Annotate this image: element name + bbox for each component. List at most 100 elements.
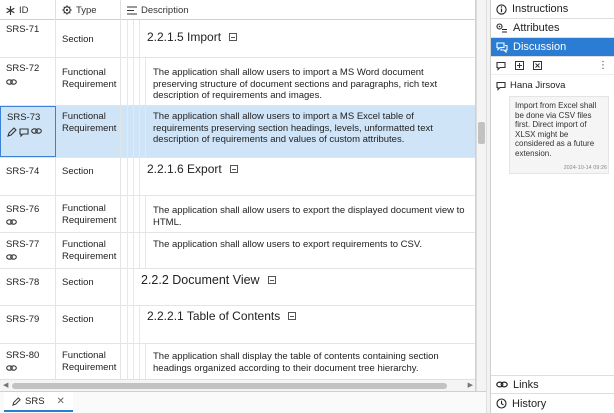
tab-links[interactable]: Links: [491, 375, 614, 394]
add-icon[interactable]: [515, 61, 524, 70]
row-id: SRS-74: [6, 166, 40, 177]
horizontal-scrollbar[interactable]: ◀ ▶: [0, 379, 475, 391]
row-description-cell[interactable]: The application shall allow users to exp…: [121, 233, 475, 268]
link-icon: [31, 128, 42, 134]
requirement-text: The application shall allow users to imp…: [153, 111, 433, 145]
info-icon: [496, 3, 507, 15]
row-description-cell[interactable]: The application shall allow users to imp…: [121, 106, 475, 157]
scroll-right-icon[interactable]: ▶: [468, 381, 473, 389]
row-id-cell[interactable]: SRS-78: [0, 269, 56, 305]
requirement-text: The application shall allow users to exp…: [153, 205, 465, 228]
row-id-cell[interactable]: SRS-77: [0, 233, 56, 268]
row-id: SRS-71: [6, 24, 40, 35]
row-type: Functional Requirement: [62, 350, 117, 373]
comment-author-name: Hana Jirsova: [510, 80, 566, 91]
row-type: Functional Requirement: [62, 67, 117, 90]
row-description-cell[interactable]: 2.2.2.1 Table of Contents: [121, 306, 475, 343]
comment-icon: [19, 128, 29, 137]
tab-instructions-label: Instructions: [512, 3, 569, 15]
row-id-cell[interactable]: SRS-76: [0, 196, 56, 232]
link-icon: [6, 254, 17, 260]
scroll-left-icon[interactable]: ◀: [3, 381, 8, 389]
tab-links-label: Links: [513, 378, 539, 391]
row-type-cell[interactable]: Section: [56, 306, 121, 343]
row-description-cell[interactable]: The application shall allow users to imp…: [121, 58, 475, 105]
row-id-cell[interactable]: SRS-72: [0, 58, 56, 105]
pencil-icon: [7, 127, 17, 137]
row-type-cell[interactable]: Section: [56, 20, 121, 57]
row-id: SRS-78: [6, 277, 40, 288]
section-heading: 2.2.2.1 Table of Contents: [147, 309, 297, 323]
table-row[interactable]: SRS-77 Functional Requirement The applic…: [0, 233, 475, 269]
comment-body: Import from Excel shall be done via CSV …: [509, 96, 609, 174]
row-id-cell[interactable]: SRS-79: [0, 306, 56, 343]
row-id-cell[interactable]: SRS-71: [0, 20, 56, 57]
tab-attributes-label: Attributes: [513, 22, 560, 34]
tab-discussion[interactable]: Discussion: [491, 38, 614, 57]
row-id-cell[interactable]: SRS-74: [0, 158, 56, 195]
collapse-icon[interactable]: [229, 33, 238, 41]
more-vertical-icon[interactable]: ⋮: [598, 60, 608, 71]
list-lines-icon: [127, 5, 137, 15]
row-id: SRS-72: [6, 63, 40, 74]
requirements-grid: ID Type Description SRS-71 Section 2.2.1…: [0, 0, 476, 391]
tab-instructions[interactable]: Instructions: [491, 0, 614, 19]
table-row[interactable]: SRS-72 Functional Requirement The applic…: [0, 58, 475, 106]
row-type: Section: [62, 314, 94, 325]
expand-icon[interactable]: [533, 61, 542, 70]
tab-attributes[interactable]: Attributes: [491, 19, 614, 38]
link-icon: [496, 381, 508, 388]
row-id: SRS-79: [6, 314, 40, 325]
section-heading-text: 2.2.2 Document View: [141, 273, 260, 287]
horizontal-scroll-thumb[interactable]: [12, 383, 447, 389]
side-panel: Instructions Attributes Discussion ⋮ Han…: [490, 0, 614, 413]
table-row-selected[interactable]: SRS-73 Functional Requirement The applic…: [0, 106, 475, 158]
collapse-icon[interactable]: [267, 276, 276, 284]
tab-srs-label: SRS: [25, 395, 45, 407]
vertical-scrollbar[interactable]: [476, 0, 486, 391]
column-header-id-label: ID: [19, 4, 29, 16]
column-header-description-label: Description: [141, 4, 189, 16]
column-header-type-label: Type: [76, 4, 97, 16]
column-header-description[interactable]: Description: [121, 0, 475, 20]
requirement-text: The application shall display the table …: [153, 351, 439, 374]
table-row[interactable]: SRS-78 Section 2.2.2 Document View: [0, 269, 475, 306]
section-heading-text: 2.2.2.1 Table of Contents: [147, 309, 281, 323]
section-heading-text: 2.2.1.5 Import: [147, 30, 222, 44]
row-description-cell[interactable]: 2.2.1.6 Export: [121, 158, 475, 195]
column-header-id[interactable]: ID: [0, 0, 56, 20]
requirement-text: The application shall allow users to exp…: [153, 239, 422, 250]
attributes-icon: [496, 22, 507, 33]
row-type-cell[interactable]: Functional Requirement: [56, 58, 121, 105]
row-type: Section: [62, 277, 94, 288]
row-type-cell[interactable]: Functional Requirement: [56, 196, 121, 232]
row-type-cell[interactable]: Section: [56, 269, 121, 305]
row-id: SRS-76: [6, 204, 40, 215]
tab-discussion-label: Discussion: [513, 41, 567, 53]
row-id-cell[interactable]: SRS-73: [0, 106, 56, 157]
row-description-cell[interactable]: The application shall allow users to exp…: [121, 196, 475, 232]
tab-srs[interactable]: SRS ✕: [4, 392, 73, 412]
column-header-type[interactable]: Type: [56, 0, 121, 20]
gear-icon: [62, 5, 72, 15]
row-description-cell[interactable]: 2.2.2 Document View: [121, 269, 475, 305]
comment-timestamp: 2024-10-14 09:26: [563, 165, 607, 171]
section-heading: 2.2.2 Document View: [141, 273, 276, 287]
row-type-cell[interactable]: Functional Requirement: [56, 106, 121, 157]
table-row[interactable]: SRS-76 Functional Requirement The applic…: [0, 196, 475, 233]
collapse-icon[interactable]: [288, 312, 297, 320]
section-heading: 2.2.1.5 Import: [147, 30, 238, 44]
collapse-icon[interactable]: [229, 165, 238, 173]
row-description-cell[interactable]: 2.2.1.5 Import: [121, 20, 475, 57]
add-comment-icon[interactable]: [496, 61, 506, 71]
row-type-cell[interactable]: Section: [56, 158, 121, 195]
row-type-cell[interactable]: Functional Requirement: [56, 233, 121, 268]
table-row[interactable]: SRS-71 Section 2.2.1.5 Import: [0, 20, 475, 58]
row-type: Functional Requirement: [62, 239, 117, 262]
vertical-scroll-thumb[interactable]: [478, 122, 485, 144]
tab-history[interactable]: History: [491, 394, 614, 413]
close-icon[interactable]: ✕: [57, 396, 65, 407]
table-row[interactable]: SRS-74 Section 2.2.1.6 Export: [0, 158, 475, 196]
table-row[interactable]: SRS-79 Section 2.2.2.1 Table of Contents: [0, 306, 475, 344]
document-tabs: SRS ✕: [0, 391, 486, 413]
